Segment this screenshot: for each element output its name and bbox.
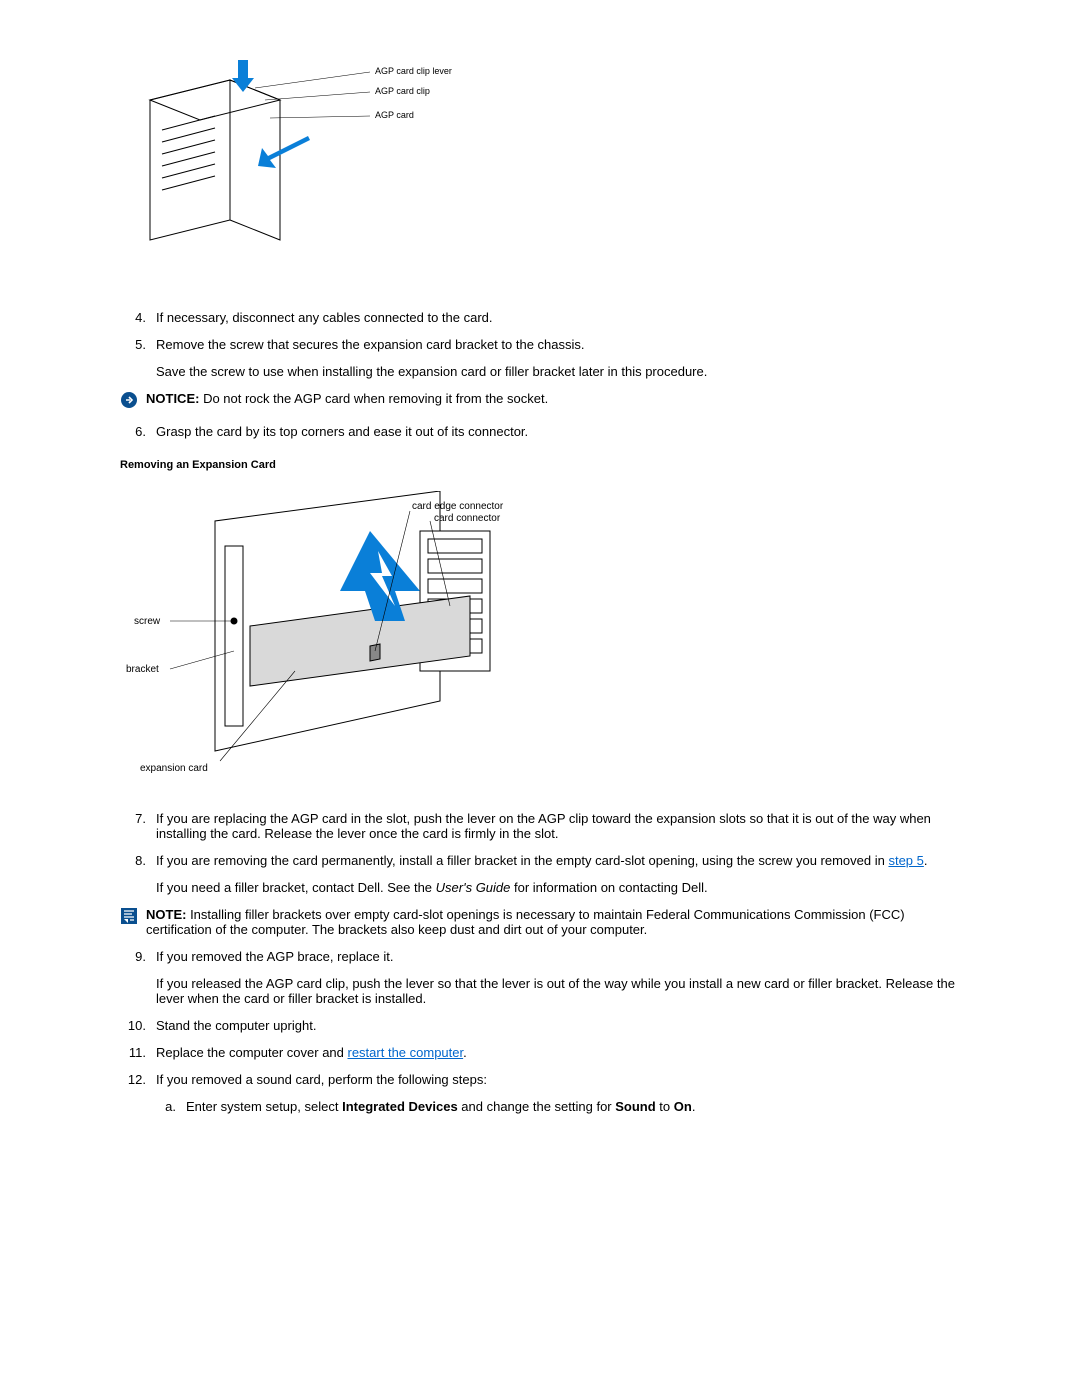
step-7-text: If you are replacing the AGP card in the…	[156, 811, 960, 841]
step-9: 9. If you removed the AGP brace, replace…	[120, 949, 960, 1006]
s12a-2: and change the setting for	[458, 1099, 616, 1114]
fig1-label-clip: AGP card clip	[375, 86, 430, 96]
step-8-before: If you are removing the card permanently…	[156, 853, 888, 868]
note-body: Installing filler brackets over empty ca…	[146, 907, 905, 937]
link-restart[interactable]: restart the computer	[348, 1045, 464, 1060]
step-8: 8. If you are removing the card permanen…	[120, 853, 960, 895]
step-11-text: Replace the computer cover and restart t…	[156, 1045, 960, 1060]
step-9-line1: If you removed the AGP brace, replace it…	[156, 949, 394, 964]
step-10-num: 10.	[120, 1018, 156, 1033]
step-5-text: Remove the screw that secures the expans…	[156, 337, 960, 379]
step-5: 5. Remove the screw that secures the exp…	[120, 337, 960, 379]
fig1-label-lever: AGP card clip lever	[375, 66, 452, 76]
notice-body: Do not rock the AGP card when removing i…	[199, 391, 548, 406]
step-8-after: .	[924, 853, 928, 868]
notice-text: NOTICE: Do not rock the AGP card when re…	[146, 391, 960, 406]
step-4-num: 4.	[120, 310, 156, 325]
step-6-num: 6.	[120, 424, 156, 439]
fig2-label-expcard: expansion card	[140, 763, 208, 774]
step-11: 11. Replace the computer cover and resta…	[120, 1045, 960, 1060]
step-8-p2-before: If you need a filler bracket, contact De…	[156, 880, 436, 895]
step-7-num: 7.	[120, 811, 156, 841]
s12a-b3: On	[674, 1099, 692, 1114]
step-9-num: 9.	[120, 949, 156, 1006]
s12a-b1: Integrated Devices	[342, 1099, 458, 1114]
fig1-label-card: AGP card	[375, 110, 414, 120]
notice-bold: NOTICE:	[146, 391, 199, 406]
s12a-4: .	[692, 1099, 696, 1114]
note-text: NOTE: Installing filler brackets over em…	[146, 907, 960, 937]
step-8-num: 8.	[120, 853, 156, 895]
step-8-p2-italic: User's Guide	[436, 880, 511, 895]
s12a-1: Enter system setup, select	[186, 1099, 342, 1114]
note-callout: NOTE: Installing filler brackets over em…	[120, 907, 960, 937]
s12a-3: to	[656, 1099, 674, 1114]
step-12a: a. Enter system setup, select Integrated…	[156, 1099, 960, 1114]
step-8-p2-after: for information on contacting Dell.	[510, 880, 707, 895]
step-12: 12. If you removed a sound card, perform…	[120, 1072, 960, 1126]
step-10-text: Stand the computer upright.	[156, 1018, 960, 1033]
fig2-label-conn: card connector	[434, 513, 501, 524]
s12a-b2: Sound	[615, 1099, 655, 1114]
step-12a-text: Enter system setup, select Integrated De…	[186, 1099, 695, 1114]
step-8-para2: If you need a filler bracket, contact De…	[156, 880, 960, 895]
step-5-num: 5.	[120, 337, 156, 379]
step-6: 6. Grasp the card by its top corners and…	[120, 424, 960, 439]
step-12a-letter: a.	[156, 1099, 186, 1114]
figure-agp-card: AGP card clip lever AGP card clip AGP ca…	[120, 60, 960, 280]
step-8-text: If you are removing the card permanently…	[156, 853, 960, 895]
step-11-after: .	[463, 1045, 467, 1060]
step-10: 10. Stand the computer upright.	[120, 1018, 960, 1033]
figure2-caption: Removing an Expansion Card	[120, 459, 960, 471]
fig2-label-screw: screw	[134, 616, 161, 627]
step-7: 7. If you are replacing the AGP card in …	[120, 811, 960, 841]
step-11-num: 11.	[120, 1045, 156, 1060]
step-9-line2: If you released the AGP card clip, push …	[156, 976, 960, 1006]
step-9-text: If you removed the AGP brace, replace it…	[156, 949, 960, 1006]
fig2-label-bracket: bracket	[126, 664, 159, 675]
link-step5[interactable]: step 5	[888, 853, 923, 868]
fig2-label-edge: card edge connector	[412, 501, 504, 512]
step-5-line1: Remove the screw that secures the expans…	[156, 337, 585, 352]
step-6-text: Grasp the card by its top corners and ea…	[156, 424, 960, 439]
figure-expansion-card: card edge connector card connector screw…	[120, 491, 960, 781]
note-bold: NOTE:	[146, 907, 186, 922]
step-12-intro: If you removed a sound card, perform the…	[156, 1072, 487, 1087]
step-4: 4. If necessary, disconnect any cables c…	[120, 310, 960, 325]
note-icon	[120, 907, 142, 928]
notice-callout: NOTICE: Do not rock the AGP card when re…	[120, 391, 960, 412]
step-5-line2: Save the screw to use when installing th…	[156, 364, 960, 379]
step-12-num: 12.	[120, 1072, 156, 1126]
step-12-text: If you removed a sound card, perform the…	[156, 1072, 960, 1126]
notice-icon	[120, 391, 142, 412]
step-11-before: Replace the computer cover and	[156, 1045, 348, 1060]
step-4-text: If necessary, disconnect any cables conn…	[156, 310, 960, 325]
